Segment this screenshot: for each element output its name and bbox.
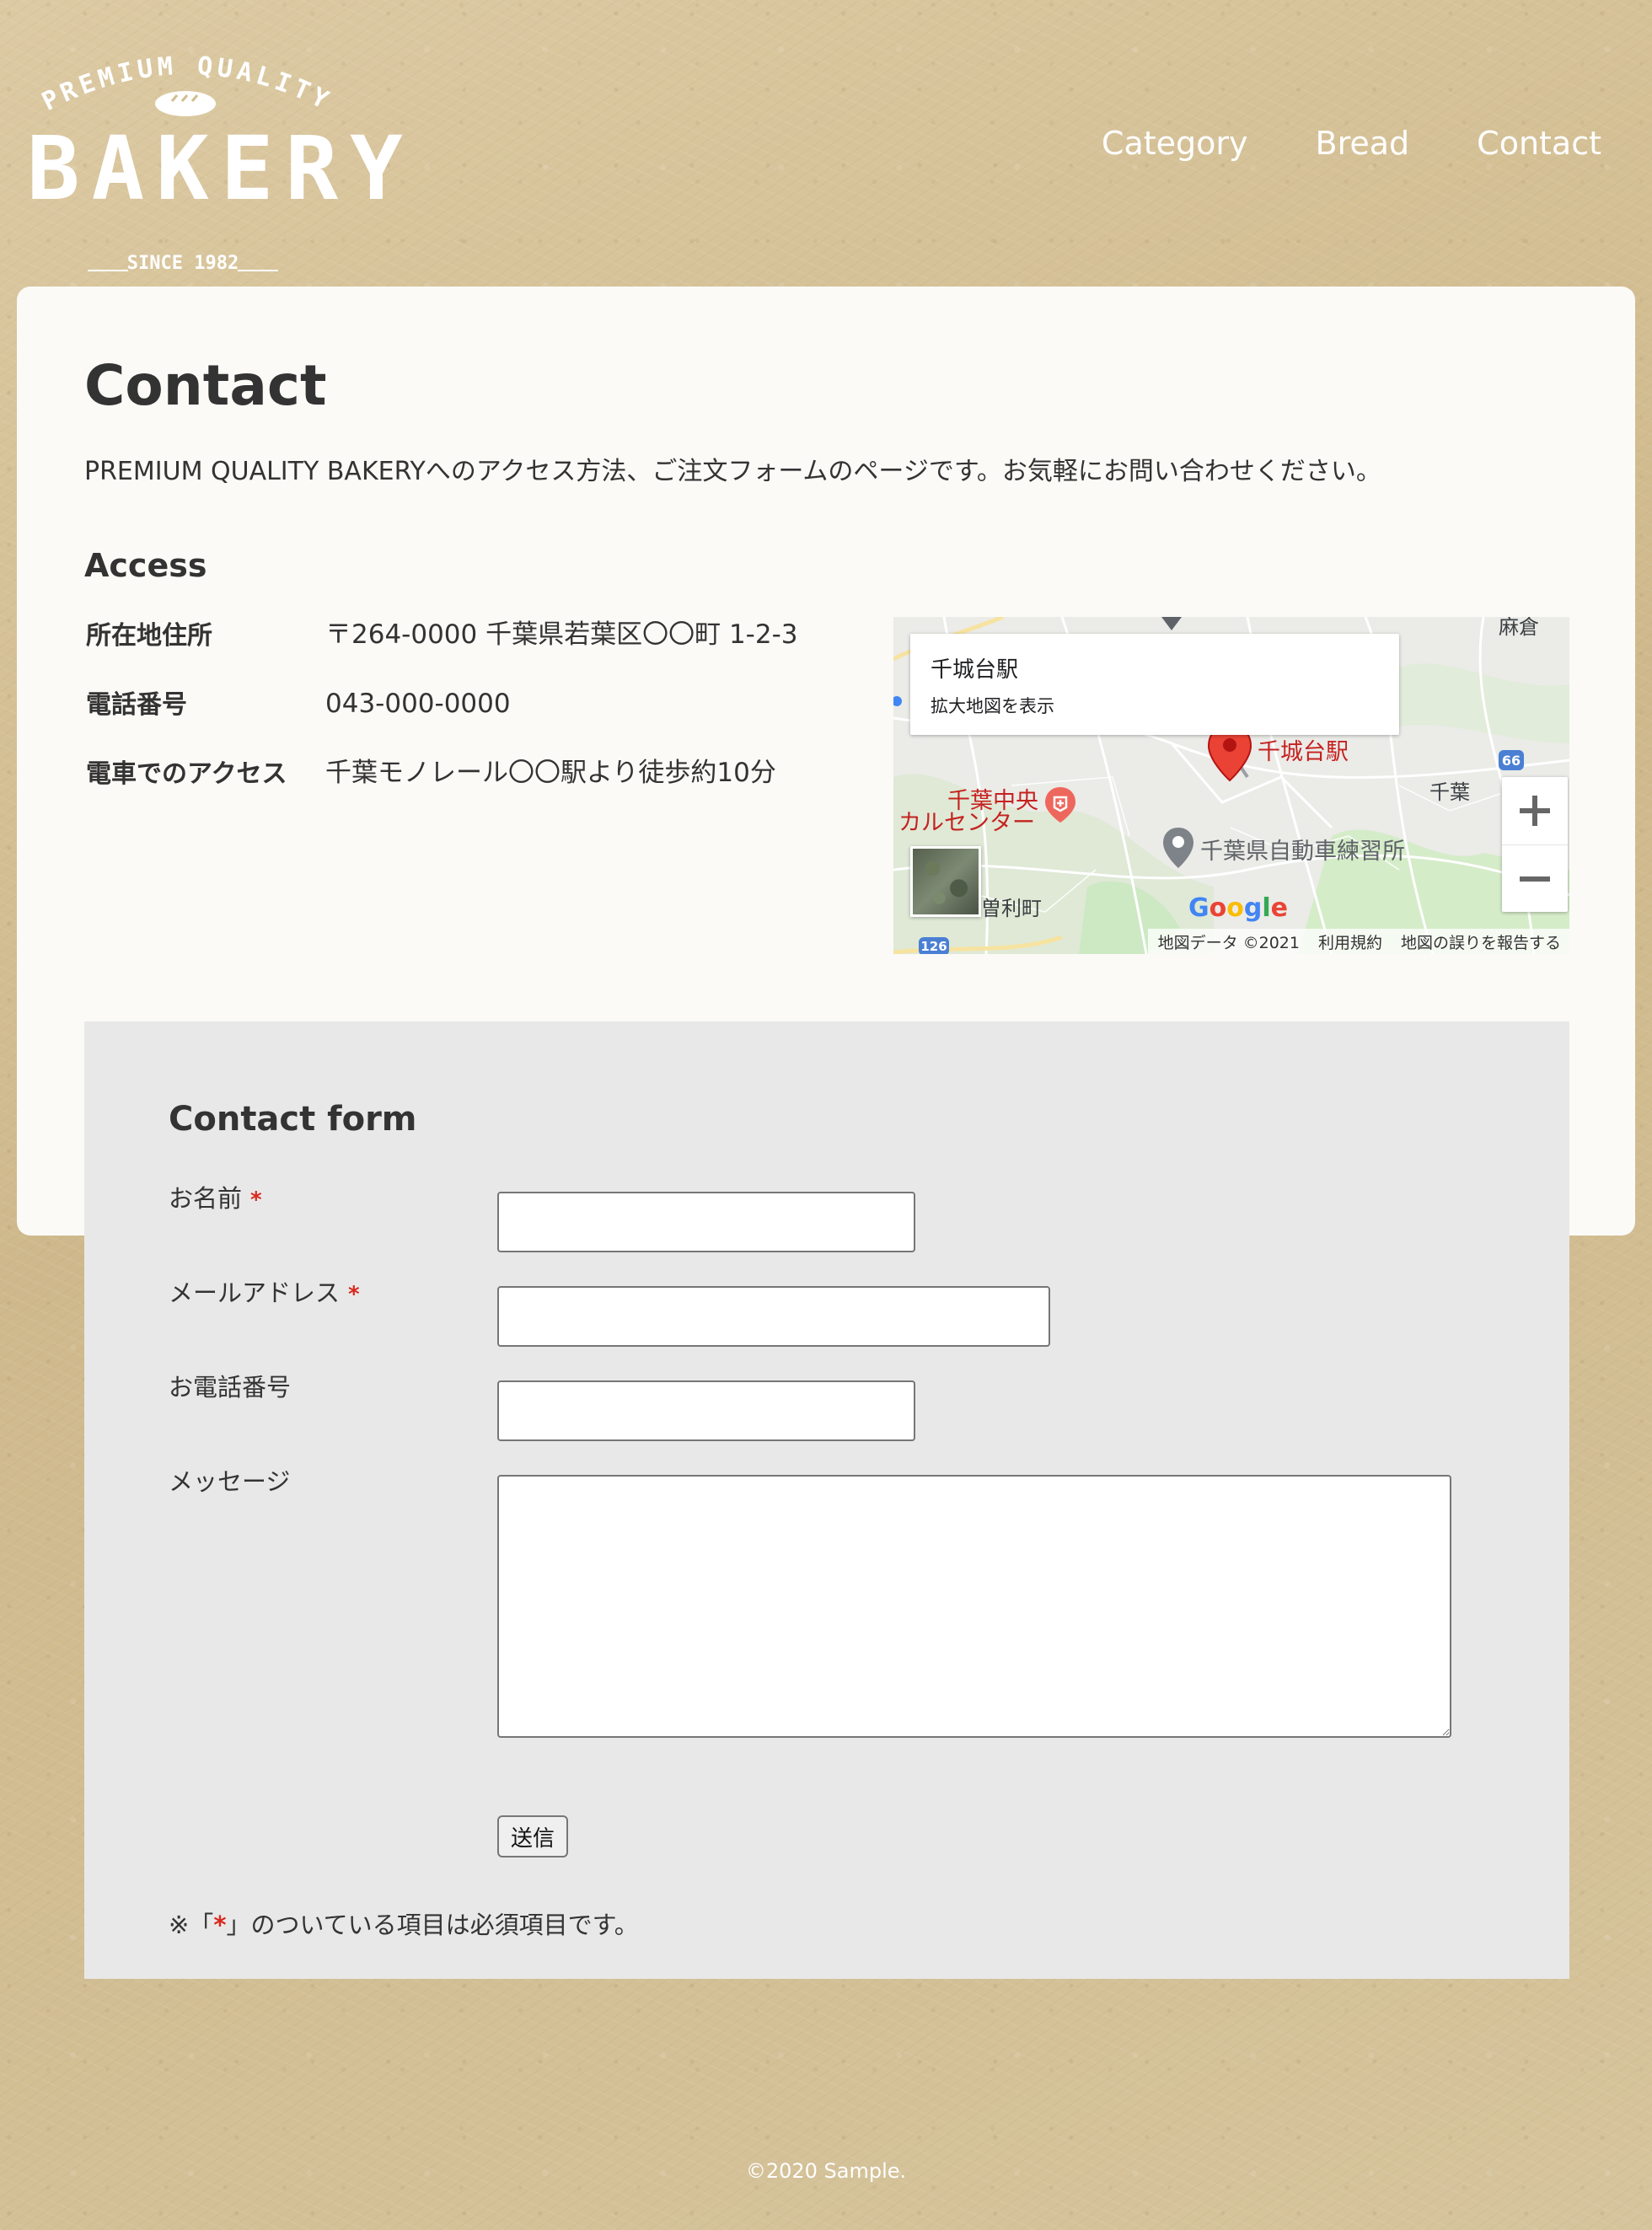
access-label: 電話番号 (86, 690, 187, 720)
map-report-error-link[interactable]: 地図の誤りを報告する (1401, 930, 1561, 953)
logo-divider-right (238, 270, 278, 271)
map-embed[interactable]: 66 126 千城台駅 千葉中央 カルセンター 千葉県自動車練習所 曽利町 千葉… (893, 617, 1569, 954)
access-label: 所在地住所 (86, 621, 212, 651)
zoom-control (1502, 777, 1568, 912)
place-pin-icon[interactable] (1161, 826, 1195, 870)
email-label: メールアドレス * (169, 1276, 360, 1311)
phone-input[interactable] (497, 1380, 915, 1441)
phone-label-text: お電話番号 (169, 1373, 292, 1402)
view-larger-map-link[interactable]: 拡大地図を表示 (931, 693, 1054, 718)
footer-copyright: ©2020 Sample. (745, 2159, 907, 2183)
bread-icon (155, 91, 216, 116)
email-input[interactable] (497, 1286, 1050, 1347)
map-label-area-right: 千葉 (1429, 780, 1470, 804)
site-logo[interactable]: PREMIUM QUALITY BAKERY SINCE 1982 (27, 40, 415, 274)
map-data-credit: 地図データ ©2021 (1157, 933, 1300, 952)
route-shield-66: 66 (1502, 753, 1521, 769)
google-logo: Google (1188, 893, 1288, 923)
page-title: Contact (84, 353, 327, 418)
nav-link-category[interactable]: Category (1102, 120, 1248, 167)
map-info-window: 千城台駅 拡大地図を表示 (910, 634, 1399, 735)
map-info-title: 千城台駅 (931, 657, 1019, 683)
required-note-suffix: 」のついている項目は必須項目です。 (226, 1911, 639, 1939)
map-label-area-top: 麻倉 (1499, 617, 1539, 639)
zoom-out-button[interactable] (1502, 844, 1568, 913)
required-note: ※「*」のついている項目は必須項目です。 (169, 1908, 639, 1942)
map-label-hospital-line2: カルセンター (898, 810, 1035, 836)
submit-button[interactable]: 送信 (497, 1815, 569, 1857)
page-intro: PREMIUM QUALITY BAKERYへのアクセス方法、ご注文フォームのペ… (84, 457, 1381, 486)
contact-form: Contact form お名前 * メールアドレス * お電話番号 メッセージ 送… (84, 1021, 1569, 1979)
map-terms-link[interactable]: 利用規約 (1318, 930, 1382, 953)
route-shield-126: 126 (920, 939, 947, 954)
access-value: 043-000-0000 (325, 689, 511, 719)
google-logo-letter: l (1262, 893, 1271, 923)
message-label-text: メッセージ (169, 1467, 291, 1496)
map-label-driving-school: 千葉県自動車練習所 (1200, 839, 1405, 865)
required-mark: * (348, 1282, 360, 1307)
google-logo-letter: e (1270, 893, 1289, 923)
satellite-toggle-button[interactable] (910, 846, 981, 917)
name-input[interactable] (497, 1192, 915, 1252)
content-card: Contact PREMIUM QUALITY BAKERYへのアクセス方法、ご… (17, 287, 1635, 1979)
message-label: メッセージ (169, 1465, 290, 1498)
access-value: 〒264-0000 千葉県若葉区〇〇町 1-2-3 (325, 619, 798, 650)
name-label: お名前 * (169, 1182, 262, 1217)
hospital-pin-icon[interactable] (1043, 785, 1077, 824)
google-logo-letter: o (1226, 893, 1244, 923)
phone-label: お電話番号 (169, 1370, 291, 1404)
google-logo-letter: o (1209, 893, 1227, 923)
required-note-star: * (213, 1911, 227, 1939)
map-attribution: 地図データ ©2021 利用規約 地図の誤りを報告する (1147, 929, 1569, 954)
main-nav: Category Bread Contact (1102, 120, 1601, 167)
contact-form-heading: Contact form (169, 1100, 417, 1139)
access-label: 電車でのアクセス (86, 759, 287, 789)
access-heading: Access (84, 547, 207, 584)
required-mark: * (250, 1187, 262, 1213)
google-logo-letter: G (1188, 893, 1210, 923)
google-logo-letter: g (1243, 893, 1263, 923)
map-label-station: 千城台駅 (1258, 739, 1349, 765)
required-note-prefix: ※「 (169, 1911, 214, 1939)
email-label-text: メールアドレス (169, 1278, 341, 1307)
nav-link-bread[interactable]: Bread (1316, 120, 1410, 167)
logo-wordmark: BAKERY (27, 117, 415, 220)
map-label-town: 曽利町 (981, 897, 1042, 920)
nav-link-contact[interactable]: Contact (1477, 120, 1601, 167)
message-textarea[interactable] (497, 1475, 1451, 1738)
name-label-text: お名前 (169, 1184, 243, 1213)
logo-since: SINCE 1982 (126, 253, 239, 274)
zoom-in-button[interactable] (1502, 777, 1568, 844)
access-value: 千葉モノレール〇〇駅より徒歩約10分 (325, 758, 776, 788)
